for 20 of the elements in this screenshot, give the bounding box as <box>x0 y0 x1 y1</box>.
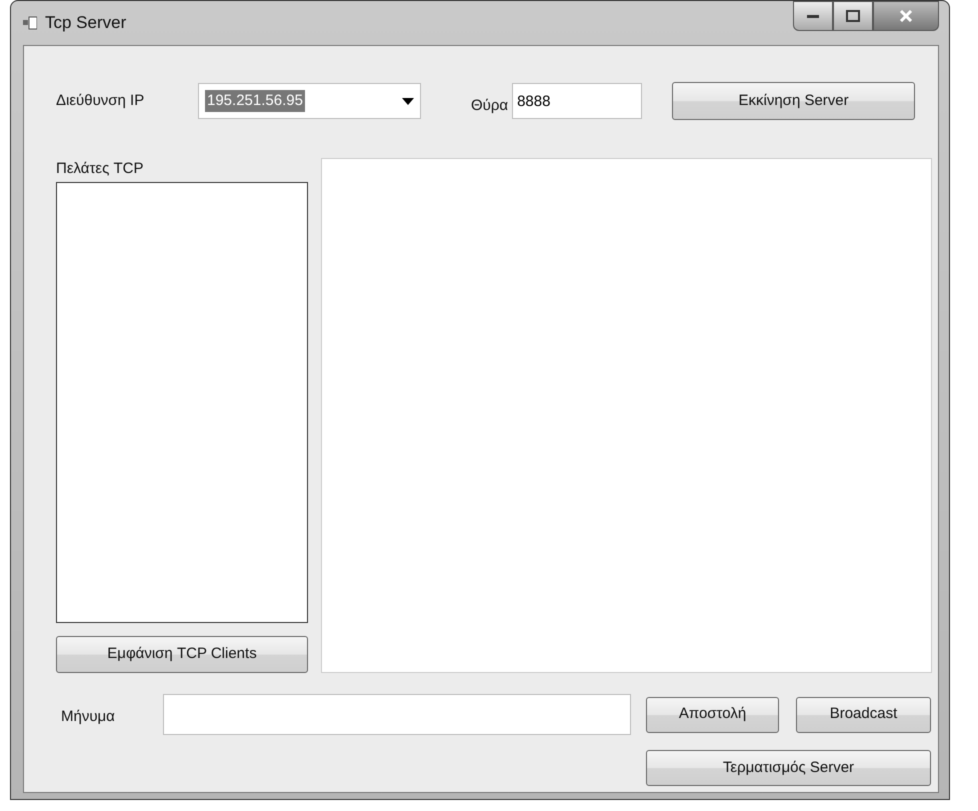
window-title: Tcp Server <box>45 12 126 34</box>
message-field[interactable] <box>163 694 631 735</box>
action-button[interactable]: Αποστολή <box>646 696 779 732</box>
maximize-button[interactable] <box>833 1 873 31</box>
clients-label: Πελάτες TCP <box>56 159 144 179</box>
minimize-button[interactable] <box>793 1 833 31</box>
action-button[interactable]: Broadcast <box>796 696 931 732</box>
ip-dropdown[interactable]: 195.251.56.95 <box>198 83 421 119</box>
show-clients-button[interactable]: Εμφάνιση TCP Clients <box>56 636 308 673</box>
dropdown-arrow-icon <box>402 98 414 104</box>
ip-label: Διεύθυνση IP <box>56 90 146 111</box>
close-icon <box>899 10 913 22</box>
port-label: Θύρα <box>471 96 508 116</box>
stop-server-button[interactable]: Τερματισμός Server <box>646 750 931 786</box>
close-button[interactable] <box>873 1 939 31</box>
app-icon <box>23 16 37 30</box>
start-server-button[interactable]: Εκκίνηση Server <box>672 82 916 120</box>
maximize-icon <box>846 10 860 22</box>
message-label: Μήνυμα <box>60 707 116 728</box>
port-field[interactable]: 8888 <box>512 83 642 119</box>
